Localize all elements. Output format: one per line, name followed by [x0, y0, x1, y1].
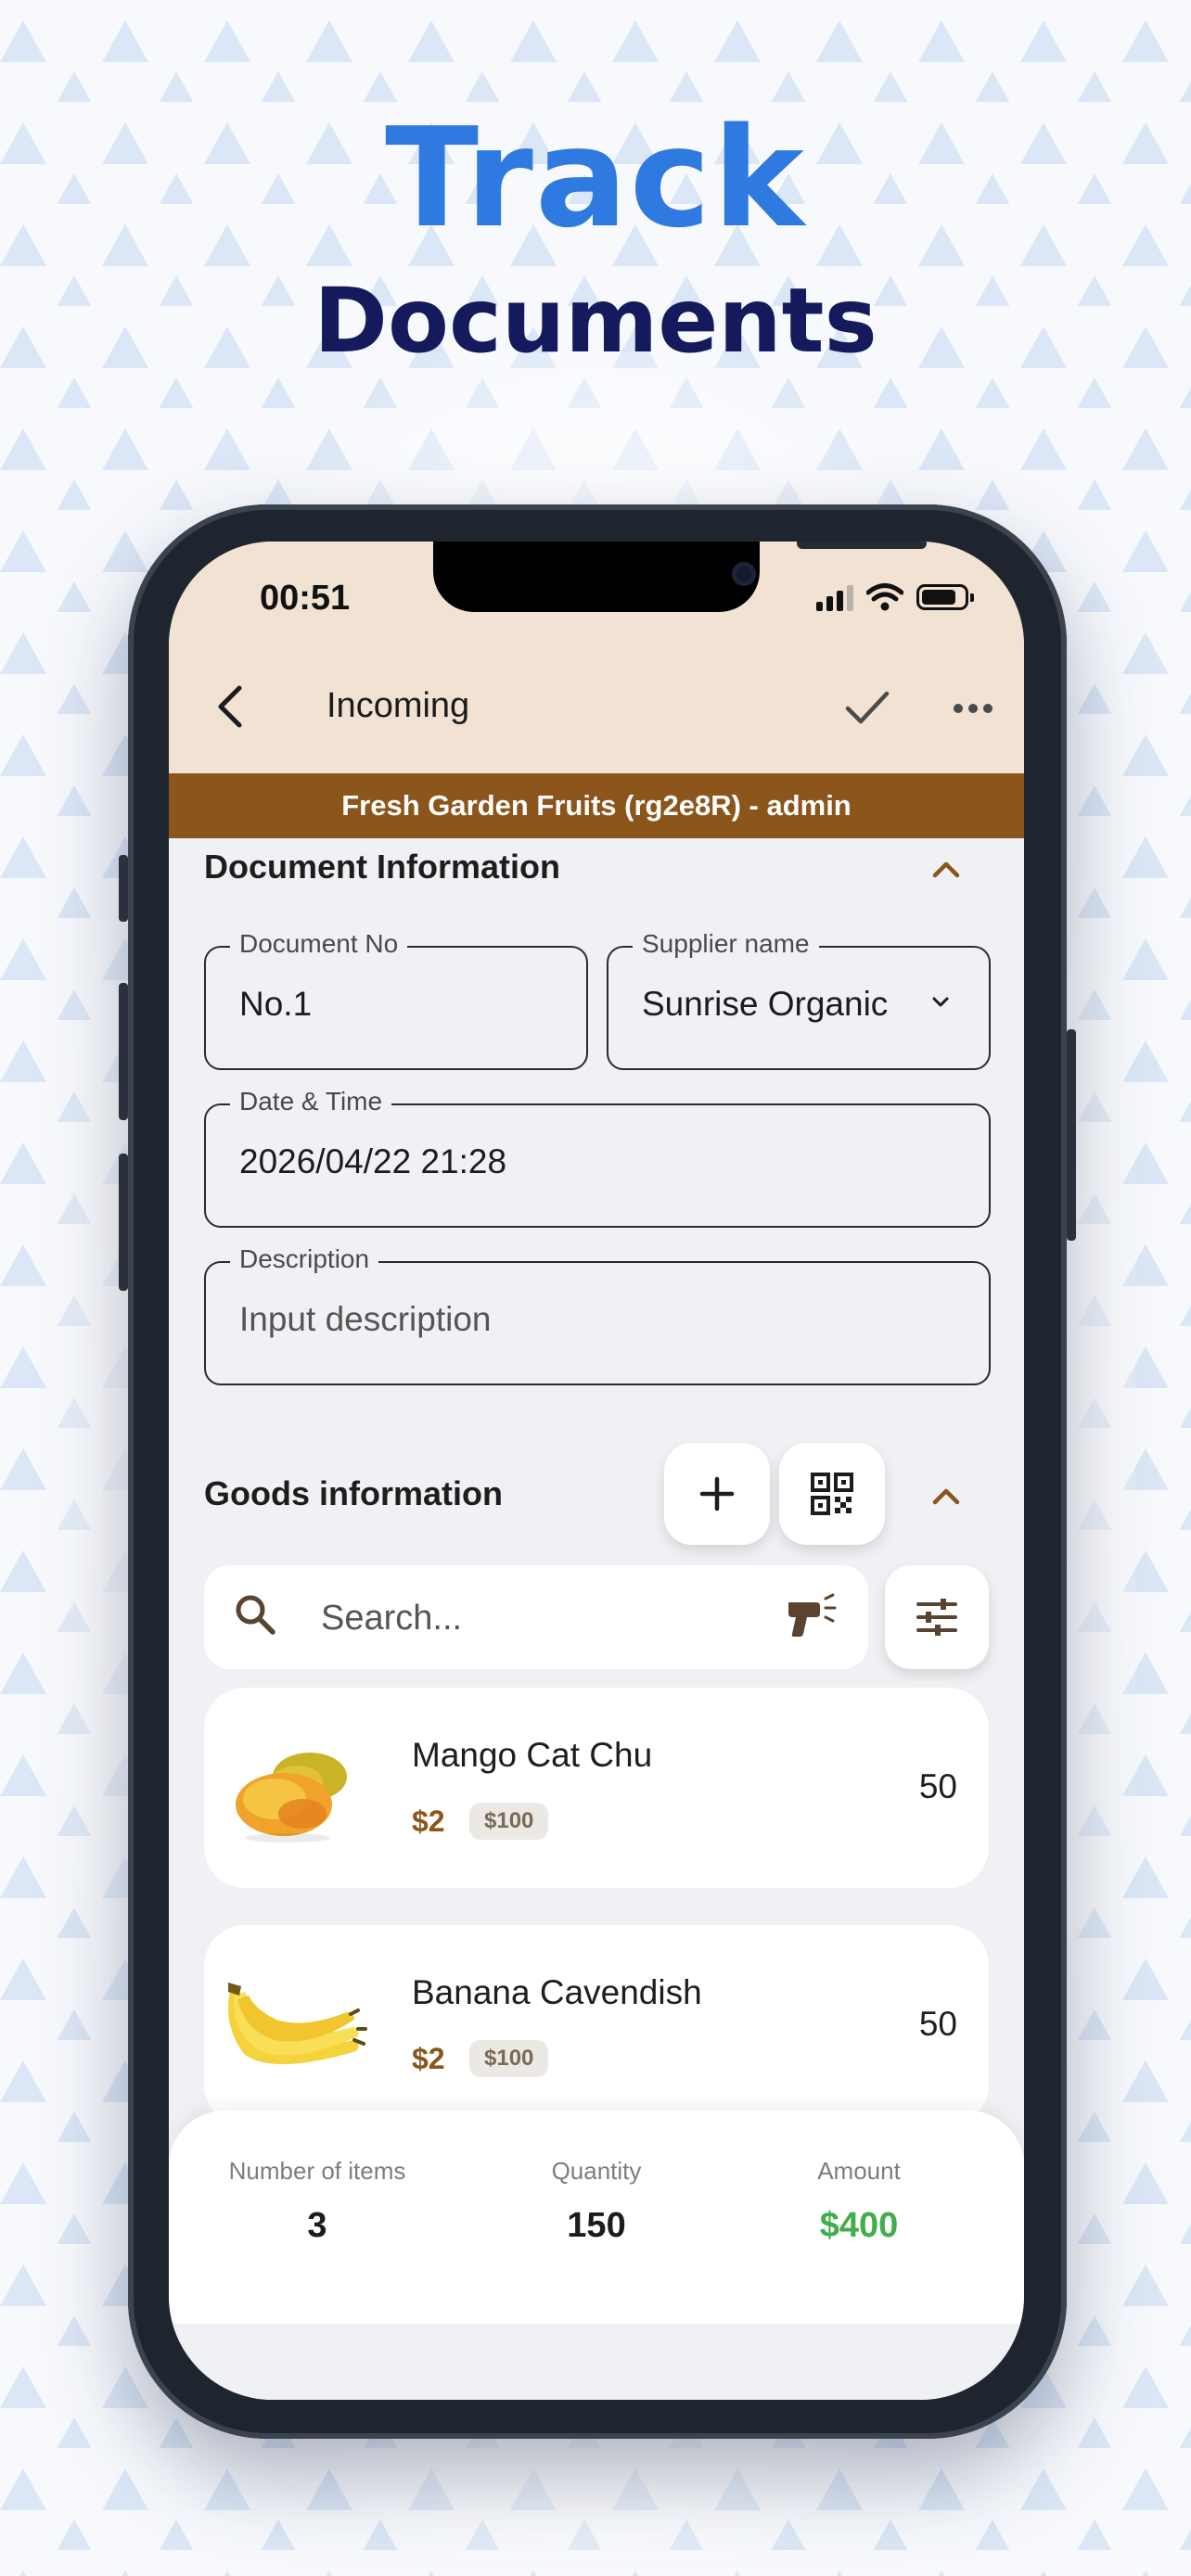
product-item-banana[interactable]: Banana Cavendish $2 $100 50 — [204, 1925, 989, 2125]
document-info-heading: Document Information — [204, 848, 560, 886]
summary-items: Number of items 3 — [197, 2157, 438, 2246]
add-item-button[interactable] — [664, 1443, 770, 1545]
sliders-icon — [916, 1599, 957, 1636]
summary-quantity-value: 150 — [567, 2206, 626, 2245]
document-no-value: No.1 — [239, 985, 313, 1023]
datetime-field[interactable]: Date & Time 2026/04/22 21:28 — [204, 1087, 991, 1228]
summary-quantity: Quantity 150 — [476, 2157, 717, 2246]
supplier-value: Sunrise Organic — [642, 985, 889, 1023]
chevron-up-icon[interactable] — [929, 859, 963, 881]
chevron-up-icon[interactable] — [929, 1486, 963, 1508]
product-price: $2 — [412, 1804, 445, 1838]
mango-image — [236, 1753, 347, 1843]
cellular-signal-icon — [816, 583, 853, 611]
summary-amount: Amount $400 — [738, 2157, 980, 2246]
chevron-left-icon[interactable] — [211, 682, 249, 731]
home-indicator-area — [169, 2324, 1024, 2400]
goods-info-heading: Goods information — [204, 1474, 503, 1512]
supplier-label: Supplier name — [633, 929, 819, 959]
barcode-scanner-icon[interactable] — [785, 1593, 837, 1639]
product-quantity: 50 — [918, 1767, 957, 1805]
product-price: $2 — [412, 2042, 445, 2075]
qr-scan-button[interactable] — [779, 1443, 885, 1545]
phone-power-button — [1067, 1029, 1076, 1241]
summary-amount-label: Amount — [817, 2157, 901, 2185]
product-amount-badge: $100 — [469, 2040, 549, 2077]
wifi-icon — [866, 583, 903, 611]
document-no-label: Document No — [230, 929, 408, 959]
filter-button[interactable] — [885, 1565, 989, 1669]
supplier-select[interactable]: Supplier name Sunrise Organic — [607, 929, 991, 1070]
document-no-field[interactable]: Document No No.1 — [204, 929, 588, 1070]
product-item-mango[interactable]: Mango Cat Chu $2 $100 50 — [204, 1688, 989, 1888]
phone-volume-up — [119, 983, 128, 1120]
summary-items-value: 3 — [307, 2206, 327, 2245]
summary-amount-value: $400 — [819, 2206, 899, 2245]
promo-headline: Track — [385, 98, 806, 258]
product-quantity: 50 — [918, 2005, 957, 2043]
more-horizontal-icon[interactable] — [950, 695, 996, 721]
phone-mute-switch — [119, 855, 128, 922]
summary-quantity-label: Quantity — [551, 2157, 642, 2185]
store-banner: Fresh Garden Fruits (rg2e8R) - admin — [169, 773, 1024, 838]
plus-icon — [699, 1476, 735, 1511]
description-label: Description — [230, 1244, 379, 1274]
status-time: 00:51 — [260, 579, 351, 618]
phone-notch — [433, 542, 927, 612]
qr-code-icon — [811, 1473, 853, 1515]
banana-image — [228, 1983, 367, 2065]
description-field[interactable]: Description Input description — [204, 1244, 991, 1385]
battery-icon — [916, 584, 974, 610]
search-icon — [236, 1595, 275, 1635]
app-screen: 00:51 Incoming Fresh Garden Fruits (rg2e — [169, 542, 1024, 2400]
search-input[interactable] — [319, 1589, 759, 1647]
search-bar — [204, 1565, 868, 1669]
product-name: Banana Cavendish — [412, 1973, 702, 2011]
status-icons — [816, 582, 974, 612]
check-icon[interactable] — [844, 688, 890, 729]
summary-footer: Number of items 3 Quantity 150 Amount $4… — [169, 2111, 1024, 2324]
summary-items-label: Number of items — [228, 2157, 406, 2185]
description-placeholder: Input description — [239, 1300, 492, 1338]
promo-subheadline: Documents — [314, 269, 877, 373]
product-name: Mango Cat Chu — [412, 1736, 653, 1774]
chevron-down-icon — [932, 997, 949, 1007]
front-camera — [732, 562, 756, 586]
datetime-value: 2026/04/22 21:28 — [239, 1142, 507, 1180]
product-amount-badge: $100 — [469, 1803, 549, 1840]
phone-volume-down — [119, 1154, 128, 1291]
datetime-label: Date & Time — [230, 1087, 392, 1116]
page-title: Incoming — [327, 686, 470, 725]
